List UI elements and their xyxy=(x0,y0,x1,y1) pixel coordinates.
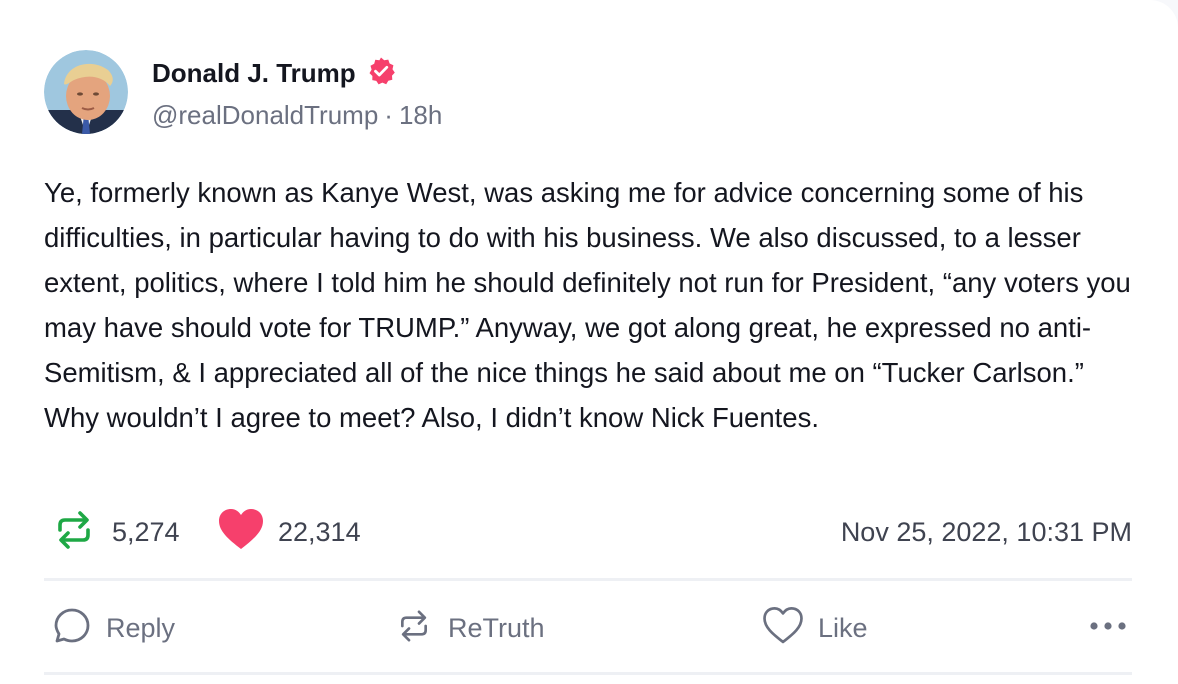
handle[interactable]: @realDonaldTrump xyxy=(152,100,378,131)
retruth-icon xyxy=(394,606,434,651)
post-card: Donald J. Trump @realDonaldTrump · 18h Y… xyxy=(0,0,1178,684)
display-name[interactable]: Donald J. Trump xyxy=(152,58,356,89)
stats-row: 5,274 22,314 Nov 25, 2022, 10:31 PM xyxy=(44,506,1132,558)
post-timestamp[interactable]: Nov 25, 2022, 10:31 PM xyxy=(841,506,1132,558)
relative-time[interactable]: 18h xyxy=(399,100,442,131)
like-count: 22,314 xyxy=(278,516,361,547)
separator: · xyxy=(384,100,393,130)
more-options-button[interactable] xyxy=(1088,600,1128,656)
more-dots-icon xyxy=(1088,619,1128,637)
heart-outline-icon xyxy=(762,605,804,652)
like-stat[interactable]: 22,314 xyxy=(216,506,361,558)
avatar[interactable] xyxy=(44,50,128,134)
handle-row: @realDonaldTrump · 18h xyxy=(152,100,442,131)
verified-badge-icon xyxy=(366,56,396,91)
author-row: Donald J. Trump xyxy=(152,56,396,90)
divider xyxy=(44,578,1132,581)
like-label: Like xyxy=(818,612,868,643)
heart-filled-icon xyxy=(216,505,266,560)
like-button[interactable]: Like xyxy=(762,600,868,656)
retruth-stat[interactable]: 5,274 xyxy=(50,506,180,558)
retruth-count: 5,274 xyxy=(112,516,180,547)
divider xyxy=(44,672,1132,675)
retruth-label: ReTruth xyxy=(448,612,545,643)
action-bar: Reply ReTruth Like xyxy=(44,600,1132,656)
reply-button[interactable]: Reply xyxy=(52,600,175,656)
retruth-icon xyxy=(50,506,98,559)
reply-label: Reply xyxy=(106,612,176,643)
post-text: Ye, formerly known as Kanye West, was as… xyxy=(44,177,1131,433)
retruth-button[interactable]: ReTruth xyxy=(394,600,545,656)
speech-bubble-icon xyxy=(52,606,92,651)
